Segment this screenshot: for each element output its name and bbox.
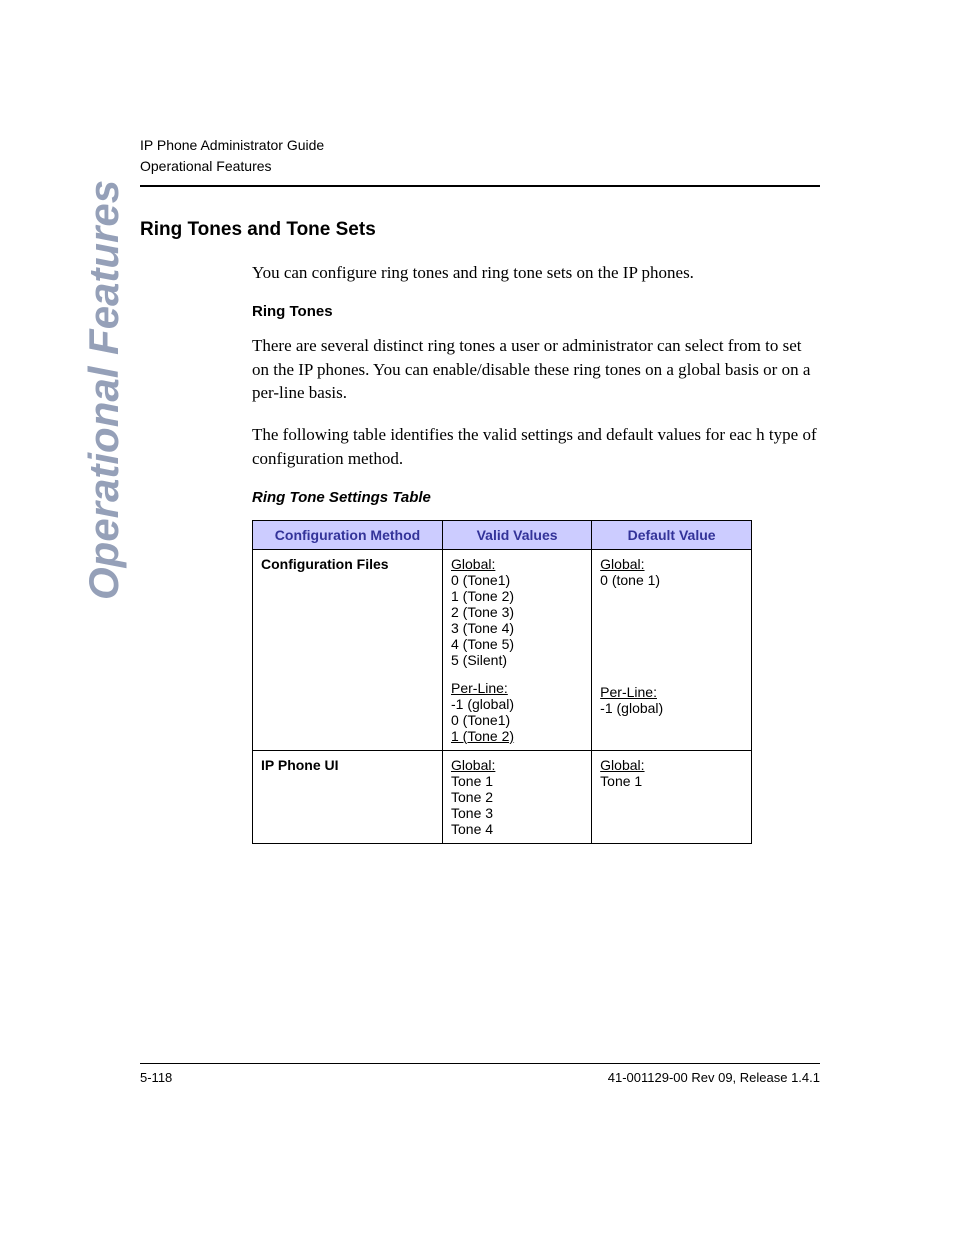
perline-label: Per-Line: [451,680,583,696]
value-line: 0 (tone 1) [600,572,743,588]
table-title: Ring Tone Settings Table [252,489,820,506]
value-line: -1 (global) [451,696,583,712]
footer-rule [140,1063,820,1064]
value-line: 3 (Tone 4) [451,620,583,636]
value-line: 5 (Silent) [451,652,583,668]
header-line-2: Operational Features [140,156,820,177]
header-rule [140,185,820,187]
global-label: Global: [451,757,583,773]
value-line: 0 (Tone1) [451,572,583,588]
col-default-value: Default Value [592,520,752,549]
table-row: IP Phone UI Global: Tone 1 Tone 2 Tone 3… [253,750,752,843]
value-line: Tone 3 [451,805,583,821]
cell-valid: Global: Tone 1 Tone 2 Tone 3 Tone 4 [443,750,592,843]
body: You can configure ring tones and ring to… [252,261,820,844]
cell-valid: Global: 0 (Tone1) 1 (Tone 2) 2 (Tone 3) … [443,549,592,750]
value-line: Tone 1 [451,773,583,789]
value-line: 1 (Tone 2) [451,588,583,604]
intro-paragraph: You can configure ring tones and ring to… [252,261,820,285]
global-label: Global: [600,556,743,572]
value-line: 4 (Tone 5) [451,636,583,652]
value-line: 0 (Tone1) [451,712,583,728]
value-line: -1 (global) [600,700,743,716]
header-line-1: IP Phone Administrator Guide [140,135,820,156]
global-label: Global: [451,556,583,572]
doc-id: 41-001129-00 Rev 09, Release 1.4.1 [608,1070,820,1085]
col-config-method: Configuration Method [253,520,443,549]
running-header: IP Phone Administrator Guide Operational… [140,135,820,177]
table-row: Configuration Files Global: 0 (Tone1) 1 … [253,549,752,750]
page-number: 5-118 [140,1070,172,1085]
cell-method: Configuration Files [253,549,443,750]
value-line: Tone 1 [600,773,743,789]
ring-tones-para-1: There are several distinct ring tones a … [252,334,820,405]
value-line: Tone 2 [451,789,583,805]
value-line: Tone 4 [451,821,583,837]
cell-method: IP Phone UI [253,750,443,843]
col-valid-values: Valid Values [443,520,592,549]
cell-default: Global: 0 (tone 1) Per-Line: -1 (global) [592,549,752,750]
sidebar-tab-label: Operational Features [80,180,128,600]
global-label: Global: [600,757,743,773]
ring-tones-para-2: The following table identifies the valid… [252,423,820,471]
value-line: 1 (Tone 2) [451,728,583,744]
perline-label: Per-Line: [600,684,743,700]
page-content: IP Phone Administrator Guide Operational… [140,135,820,1095]
value-line: 2 (Tone 3) [451,604,583,620]
table-header-row: Configuration Method Valid Values Defaul… [253,520,752,549]
cell-default: Global: Tone 1 [592,750,752,843]
ring-tones-heading: Ring Tones [252,303,820,320]
page-footer: 5-118 41-001129-00 Rev 09, Release 1.4.1 [140,1063,820,1085]
section-title: Ring Tones and Tone Sets [140,219,820,241]
ring-tone-settings-table: Configuration Method Valid Values Defaul… [252,520,752,844]
